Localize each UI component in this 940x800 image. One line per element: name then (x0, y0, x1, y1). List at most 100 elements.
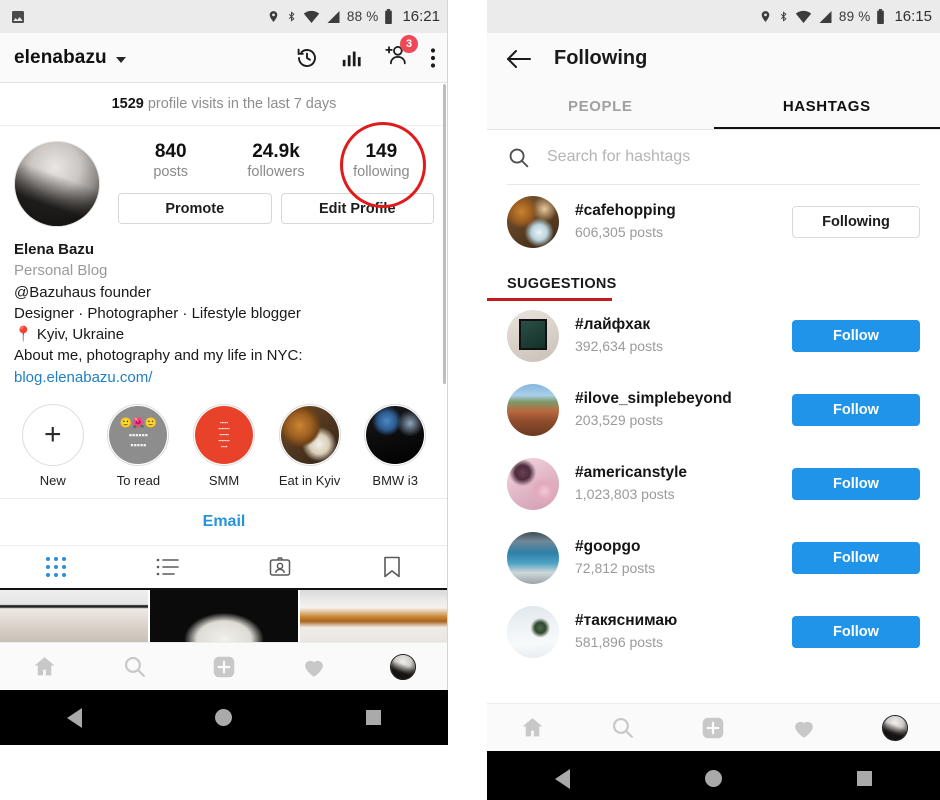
nav-search[interactable] (578, 715, 669, 740)
tab-people[interactable]: PEOPLE (487, 84, 714, 129)
nav-profile[interactable] (849, 714, 940, 741)
stat-following[interactable]: 149 following (329, 141, 434, 182)
home-circle-icon (215, 709, 233, 727)
system-recents-button[interactable] (830, 771, 900, 786)
follow-button[interactable]: Follow (792, 542, 920, 574)
hashtag-row[interactable]: #goopgo 72,812 posts Follow (487, 521, 940, 595)
add-person-button[interactable]: 3 (383, 35, 418, 72)
nav-profile[interactable] (358, 653, 448, 680)
hashtag-post-count: 203,529 posts (575, 412, 663, 429)
following-button[interactable]: Following (792, 206, 920, 238)
bio-location: Kyiv, Ukraine (36, 326, 125, 344)
posts-count: 840 (154, 141, 187, 162)
bio-link[interactable]: blog.elenabazu.com/ (14, 367, 434, 388)
highlight-label: SMM (208, 473, 240, 489)
plus-icon: + (44, 418, 62, 452)
avatar[interactable] (14, 141, 100, 227)
bluetooth-icon (778, 9, 789, 24)
search-input[interactable] (547, 148, 920, 166)
promote-button[interactable]: Promote (118, 193, 272, 225)
hashtag-text: #такяснимаю 581,896 posts (559, 611, 792, 652)
hashtag-thumbnail (507, 532, 559, 584)
screenshot-stage: 88 % 16:21 elenabazu 3 1529 profile visi… (0, 0, 940, 800)
post-thumbnail[interactable] (0, 590, 148, 643)
edit-profile-button[interactable]: Edit Profile (280, 193, 434, 225)
system-home-button[interactable] (679, 770, 749, 787)
suggestions-label: SUGGESTIONS (507, 276, 617, 292)
stat-posts[interactable]: 840 posts (118, 141, 223, 182)
hashtag-row[interactable]: #ilove_simplebeyond 203,529 posts Follow (487, 373, 940, 447)
highlight-bmw-i3[interactable]: BMW i3 (352, 404, 438, 488)
tab-grid[interactable] (0, 555, 112, 579)
nav-activity[interactable] (759, 715, 850, 741)
nav-add-post[interactable] (668, 715, 759, 741)
username-label[interactable]: elenabazu (14, 47, 107, 69)
page-title: Following (554, 47, 648, 69)
hashtag-row[interactable]: #лайфхак 392,634 posts Follow (487, 299, 940, 373)
hashtag-search-bar[interactable] (487, 130, 940, 184)
right-system-nav (487, 751, 940, 800)
system-back-button[interactable] (528, 768, 598, 789)
notification-badge: 3 (400, 35, 418, 53)
bio-category: Personal Blog (14, 262, 108, 280)
hashtag-thumbnail (507, 458, 559, 510)
tab-saved[interactable] (336, 555, 448, 579)
nav-add-post[interactable] (179, 654, 269, 680)
insights-bar-chart-icon[interactable] (340, 47, 362, 69)
tab-list[interactable] (112, 556, 224, 578)
email-button[interactable]: Email (0, 499, 448, 547)
hashtag-post-count: 581,896 posts (575, 634, 663, 651)
follow-button[interactable]: Follow (792, 468, 920, 500)
stat-followers[interactable]: 24.9k followers (223, 141, 328, 182)
system-recents-button[interactable] (338, 710, 408, 726)
nav-activity[interactable] (269, 654, 359, 680)
hashtag-name: #такяснимаю (575, 612, 678, 630)
chevron-down-icon[interactable] (115, 56, 126, 63)
right-bottom-nav (487, 703, 940, 751)
hashtag-row-followed[interactable]: #cafehopping 606,305 posts Following (487, 185, 940, 259)
hashtag-text: #ilove_simplebeyond 203,529 posts (559, 389, 792, 430)
left-phone-screen: 88 % 16:21 elenabazu 3 1529 profile visi… (0, 0, 448, 800)
nav-home[interactable] (0, 654, 90, 679)
system-home-button[interactable] (189, 709, 259, 727)
list-icon (156, 558, 179, 576)
search-icon (507, 146, 530, 169)
battery-icon (384, 9, 393, 24)
back-arrow-icon[interactable] (506, 48, 532, 70)
right-status-bar: 89 % 16:15 (487, 0, 940, 33)
profile-visits-strip[interactable]: 1529 profile visits in the last 7 days (0, 83, 448, 126)
highlight-to-read[interactable]: ••• ▪▪▪▪▪▪ ▪▪▪▪▪ 🙂🌺🙂 To read (96, 404, 182, 488)
highlight-smm[interactable]: ▪▪▪▪▪ ▪▪▪▪▪▪▪ ▪▪▪▪▪▪ ▪▪▪▪▪▪▪ ▪▪▪▪ SMM (181, 404, 267, 488)
highlight-new[interactable]: + New (10, 404, 96, 488)
location-icon (267, 9, 280, 24)
hashtag-text: #cafehopping 606,305 posts (559, 201, 792, 242)
hashtag-row[interactable]: #такяснимаю 581,896 posts Follow (487, 595, 940, 669)
overflow-menu-icon[interactable] (430, 47, 436, 69)
following-label: following (353, 164, 410, 181)
highlight-label: Eat in Kyiv (278, 473, 341, 489)
nav-home[interactable] (487, 715, 578, 740)
profile-action-buttons: Promote Edit Profile (118, 193, 434, 225)
story-highlights-row: + New ••• ▪▪▪▪▪▪ ▪▪▪▪▪ 🙂🌺🙂 To read ▪▪▪▪▪… (0, 388, 448, 498)
post-thumbnail[interactable] (300, 590, 448, 643)
follow-button[interactable]: Follow (792, 320, 920, 352)
hashtag-name: #cafehopping (575, 202, 676, 220)
system-back-button[interactable] (40, 707, 110, 728)
hashtag-thumbnail (507, 196, 559, 248)
profile-visits-text: profile visits in the last 7 days (147, 96, 337, 112)
nav-search[interactable] (90, 654, 180, 679)
highlight-eat-in-kyiv[interactable]: Eat in Kyiv (267, 404, 353, 488)
tab-tagged[interactable] (224, 555, 336, 579)
bio-line-2: Designer · Photographer · Lifestyle blog… (14, 304, 301, 322)
post-thumbnail[interactable] (150, 590, 298, 643)
vertical-scrollbar[interactable] (443, 84, 446, 384)
follow-button[interactable]: Follow (792, 394, 920, 426)
suggestions-header: SUGGESTIONS (487, 259, 940, 301)
follow-button[interactable]: Follow (792, 616, 920, 648)
bio-line-3: About me, photography and my life in NYC… (14, 347, 303, 365)
history-icon[interactable] (295, 46, 319, 70)
tab-hashtags[interactable]: HASHTAGS (714, 84, 940, 129)
followers-label: followers (247, 164, 305, 181)
recents-square-icon (857, 771, 872, 786)
hashtag-row[interactable]: #americanstyle 1,023,803 posts Follow (487, 447, 940, 521)
